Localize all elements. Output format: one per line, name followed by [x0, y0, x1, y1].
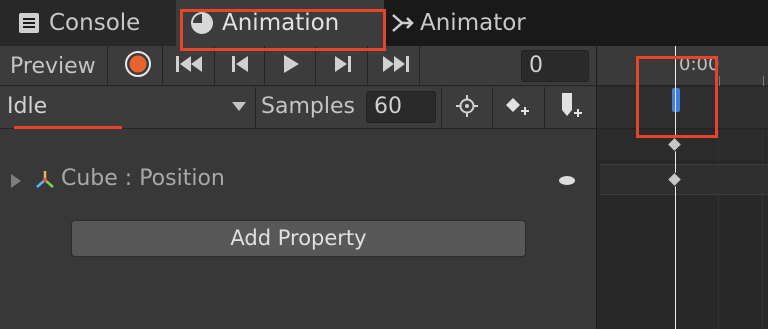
next-keyframe-icon [333, 55, 353, 77]
property-options-icon[interactable] [559, 176, 575, 185]
preview-button[interactable]: Preview [0, 46, 108, 86]
clip-toolbar: Idle Samples 60 [0, 87, 596, 129]
clip-underline-annotation [14, 126, 122, 129]
play-button[interactable] [266, 46, 316, 86]
chevron-down-icon [232, 102, 246, 111]
add-property-button[interactable]: Add Property [71, 220, 526, 257]
last-keyframe-icon [380, 55, 410, 77]
add-keyframe-icon [503, 95, 533, 121]
clip-name: Idle [7, 94, 48, 119]
tab-animator-label: Animator [420, 10, 526, 36]
animation-hierarchy-panel: Preview 0 Idle Samples 60 Cube: Positio… [0, 46, 596, 329]
play-icon [282, 54, 300, 78]
filter-by-selection-icon [456, 95, 478, 121]
record-icon [124, 50, 152, 82]
tab-console-label: Console [49, 10, 141, 36]
property-row[interactable]: Cube : Position [0, 158, 596, 202]
highlight-box-animation-tab [180, 9, 386, 51]
property-track [600, 164, 768, 195]
add-event-icon [556, 91, 584, 125]
tab-animator[interactable]: Animator [386, 0, 586, 46]
clip-dropdown[interactable]: Idle [0, 87, 256, 129]
record-button[interactable] [113, 46, 163, 86]
grid-line [718, 130, 719, 329]
first-keyframe-button[interactable] [165, 46, 215, 86]
console-icon [18, 12, 40, 34]
animator-icon [390, 11, 414, 35]
add-event-button[interactable] [544, 87, 595, 129]
samples-label: Samples [261, 94, 355, 119]
add-keyframe-button[interactable] [492, 87, 543, 129]
transform-axis-icon [34, 169, 56, 195]
previous-keyframe-button[interactable] [215, 46, 265, 86]
playback-toolbar: Preview 0 [0, 46, 596, 86]
current-frame-field[interactable]: 0 [521, 50, 589, 82]
samples-field[interactable]: 60 [366, 91, 436, 123]
grid-line [762, 130, 763, 329]
filter-by-selection-button[interactable] [441, 87, 492, 129]
ruler-tick [719, 76, 720, 86]
property-label: Cube : Position [61, 166, 225, 191]
last-keyframe-button[interactable] [370, 46, 420, 86]
foldout-arrow-icon[interactable] [11, 174, 21, 188]
first-keyframe-icon [175, 55, 205, 77]
tab-console[interactable]: Console [0, 0, 176, 46]
next-keyframe-button[interactable] [318, 46, 368, 86]
ruler-tick [763, 76, 764, 86]
previous-keyframe-icon [230, 55, 250, 77]
highlight-box-event-marker [636, 56, 718, 138]
